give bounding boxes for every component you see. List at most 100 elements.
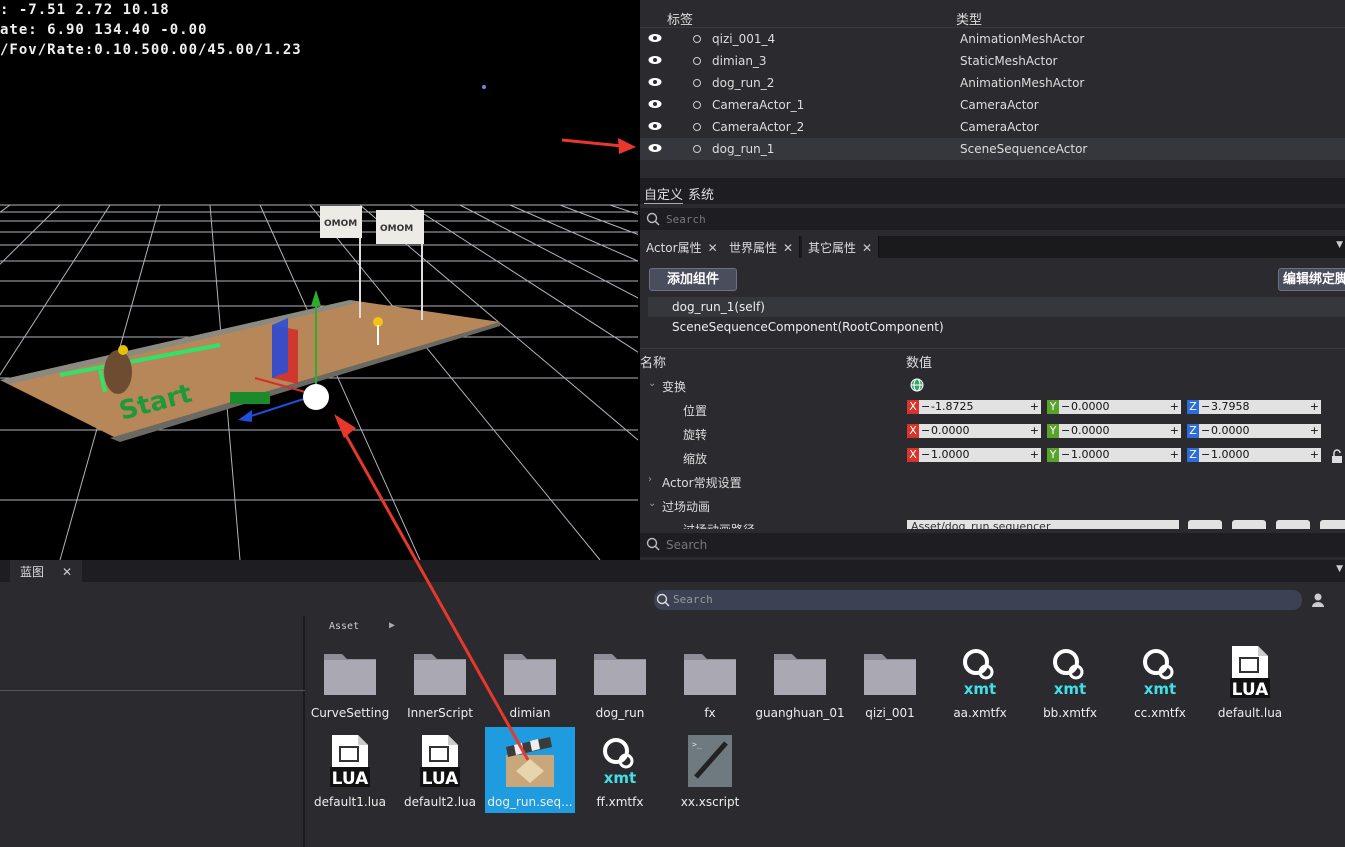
active-radio-icon[interactable] xyxy=(693,57,701,65)
active-radio-icon[interactable] xyxy=(693,145,701,153)
svg-text:OMOM: OMOM xyxy=(324,219,357,229)
close-icon[interactable]: ✕ xyxy=(862,241,872,255)
user-filter-icon[interactable] xyxy=(1310,592,1328,608)
panel-menu-icon[interactable]: ▼ xyxy=(1336,240,1343,250)
outliner-row[interactable]: dog_run_2 AnimationMeshActor xyxy=(640,72,1345,94)
axis-x-badge: X xyxy=(907,400,919,414)
chevron-right-icon[interactable]: ▶ xyxy=(389,620,395,631)
svg-text:LUA: LUA xyxy=(422,769,460,789)
position-y-input[interactable]: −0.0000 + xyxy=(1059,400,1181,414)
transition-path-select[interactable]: Asset/dog_run.sequencer xyxy=(907,520,1179,529)
filter-tabs: 自定义 系统 xyxy=(640,178,1345,204)
chevron-down-icon[interactable]: ⌄ xyxy=(648,378,656,389)
rotation-y-input[interactable]: −0.0000 + xyxy=(1059,424,1181,438)
position-z-input[interactable]: −3.7958 + xyxy=(1199,400,1321,414)
asset-tile-folder[interactable]: dimian xyxy=(485,638,575,724)
position-x-input[interactable]: − -1.8725 + xyxy=(919,400,1041,414)
asset-label: fx xyxy=(704,706,716,720)
tab-custom[interactable]: 自定义 xyxy=(644,184,684,204)
svg-text:xmt: xmt xyxy=(1054,680,1086,698)
clear-button[interactable] xyxy=(1188,520,1222,529)
unlock-icon[interactable] xyxy=(1330,449,1344,463)
panel-menu-icon[interactable]: ▼ xyxy=(1336,564,1343,574)
edit-button[interactable] xyxy=(1276,520,1310,529)
asset-tile-folder[interactable]: qizi_001 xyxy=(845,638,935,724)
search-placeholder: Search xyxy=(673,593,713,606)
transform-group[interactable]: ⌄ 变换 xyxy=(640,373,1345,397)
browse-button[interactable] xyxy=(1232,520,1266,529)
chevron-down-icon[interactable]: ⌄ xyxy=(648,498,656,509)
properties-search[interactable]: Search xyxy=(640,533,1345,557)
add-component-button[interactable]: 添加组件 xyxy=(649,268,737,291)
active-radio-icon[interactable] xyxy=(693,79,701,87)
visibility-eye-icon[interactable] xyxy=(648,55,662,65)
folder-icon xyxy=(414,654,466,695)
asset-tile-folder[interactable]: InnerScript xyxy=(395,638,485,724)
visibility-eye-icon[interactable] xyxy=(648,33,662,43)
tab-blueprint[interactable]: 蓝图 ✕ xyxy=(10,560,83,582)
rotation-x-input[interactable]: −0.0000 + xyxy=(919,424,1041,438)
asset-tile-folder[interactable]: CurveSetting xyxy=(305,638,395,724)
asset-tile-lua[interactable]: LUA default1.lua xyxy=(305,727,395,813)
visibility-eye-icon[interactable] xyxy=(648,77,662,87)
axis-y-badge: Y xyxy=(1047,400,1059,414)
rotation-z-input[interactable]: −0.0000 + xyxy=(1199,424,1321,438)
tab-world-properties[interactable]: 世界属性 ✕ xyxy=(723,236,801,258)
axis-z-badge: Z xyxy=(1187,448,1199,462)
active-radio-icon[interactable] xyxy=(693,101,701,109)
tab-system[interactable]: 系统 xyxy=(688,184,714,203)
outliner-row-selected[interactable]: dog_run_1 SceneSequenceActor xyxy=(640,138,1345,160)
gizmo-center-handle[interactable] xyxy=(303,384,329,410)
asset-search-input[interactable]: Search xyxy=(654,590,1302,610)
row-type: StaticMeshActor xyxy=(960,54,1058,68)
asset-tile-folder[interactable]: dog_run xyxy=(575,638,665,724)
scene-viewport[interactable]: Start OMOM OMOM : -7.51 2.72 10.18 ate: … xyxy=(0,0,638,560)
component-item-self[interactable]: dog_run_1(self) xyxy=(648,297,1345,317)
breadcrumb-asset[interactable]: Asset xyxy=(329,621,359,632)
scale-y-input[interactable]: −1.0000 + xyxy=(1059,448,1181,462)
outliner-search[interactable]: Search xyxy=(640,208,1345,230)
component-item-root[interactable]: SceneSequenceComponent(RootComponent) xyxy=(648,317,1345,337)
asset-tile-folder[interactable]: guanghuan_01 xyxy=(755,638,845,724)
outliner-row[interactable]: qizi_001_4 AnimationMeshActor xyxy=(640,28,1345,50)
asset-tile-xmtfx[interactable]: xmt bb.xmtfx xyxy=(1025,638,1115,724)
asset-tile-sequencer[interactable]: dog_run.seq... xyxy=(485,727,575,813)
outliner-row[interactable]: CameraActor_2 CameraActor xyxy=(640,116,1345,138)
asset-tile-xmtfx[interactable]: xmt aa.xmtfx xyxy=(935,638,1025,724)
visibility-eye-icon[interactable] xyxy=(648,121,662,131)
transition-group[interactable]: ⌄ 过场动画 xyxy=(640,493,1345,517)
asset-tile-lua[interactable]: LUA default.lua xyxy=(1205,638,1295,724)
outliner-row[interactable]: dimian_3 StaticMeshActor xyxy=(640,50,1345,72)
actor-settings-group[interactable]: › Actor常规设置 xyxy=(640,469,1345,493)
asset-tile-xscript[interactable]: >_ xx.xscript xyxy=(665,727,755,813)
chevron-right-icon[interactable]: › xyxy=(648,474,652,485)
active-radio-icon[interactable] xyxy=(693,35,701,43)
tab-actor-properties[interactable]: Actor属性 ✕ xyxy=(640,236,725,258)
col-label-header[interactable]: 标签 xyxy=(667,9,693,28)
lua-file-icon: LUA xyxy=(420,735,460,789)
edit-binding-script-button[interactable]: 编辑绑定脚本 xyxy=(1278,268,1345,291)
asset-tile-xmtfx[interactable]: xmt ff.xmtfx xyxy=(575,727,665,813)
folder-tree[interactable] xyxy=(0,616,305,847)
close-icon[interactable]: ✕ xyxy=(783,241,793,255)
outliner-row[interactable]: CameraActor_1 CameraActor xyxy=(640,94,1345,116)
visibility-eye-icon[interactable] xyxy=(648,143,662,153)
properties-header: 名称 数值 xyxy=(640,348,1345,371)
close-icon[interactable]: ✕ xyxy=(708,241,718,255)
tab-other-properties[interactable]: 其它属性 ✕ xyxy=(802,236,880,258)
axis-x-badge: X xyxy=(907,448,919,462)
scale-x-input[interactable]: −1.0000 + xyxy=(919,448,1041,462)
globe-icon[interactable] xyxy=(910,378,924,392)
asset-tile-folder[interactable]: fx xyxy=(665,638,755,724)
asset-tile-lua[interactable]: LUA default2.lua xyxy=(395,727,485,813)
locate-button[interactable] xyxy=(1320,520,1345,529)
bottom-tabs: 蓝图 ✕ ▼ xyxy=(0,560,1345,582)
position-row: 位置 X − -1.8725 + Y −0.0000 + Z −3.7958 + xyxy=(640,397,1345,421)
col-type-header[interactable]: 类型 xyxy=(956,9,982,28)
scale-z-input[interactable]: −1.0000 + xyxy=(1199,448,1321,462)
visibility-eye-icon[interactable] xyxy=(648,99,662,109)
close-icon[interactable]: ✕ xyxy=(62,565,72,579)
asset-tile-xmtfx[interactable]: xmt cc.xmtfx xyxy=(1115,638,1205,724)
active-radio-icon[interactable] xyxy=(693,123,701,131)
viewport-scene: Start OMOM OMOM xyxy=(0,85,638,560)
